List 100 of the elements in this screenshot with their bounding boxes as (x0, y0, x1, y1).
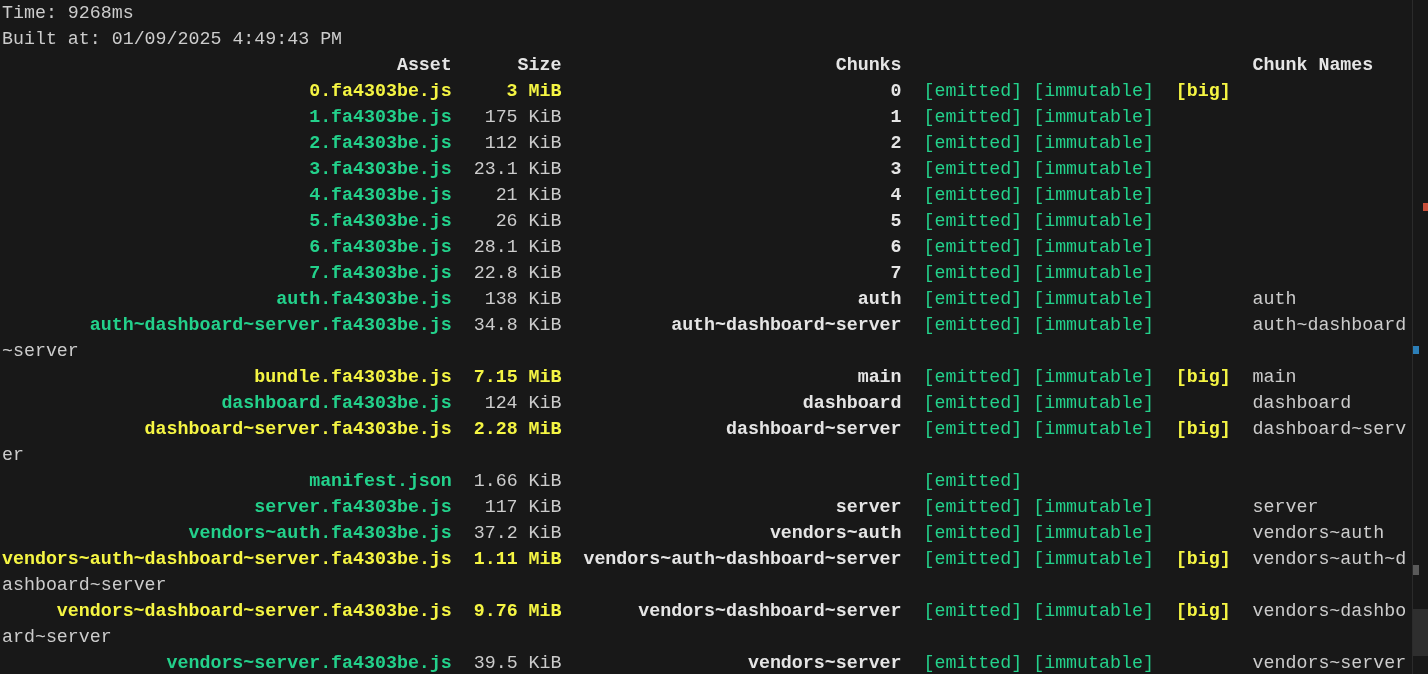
big-tag: [big] (1175, 549, 1231, 569)
chunk-id: main (857, 367, 902, 387)
emitted-tag: [emitted] (923, 471, 1023, 491)
chunk-id: 5 (890, 211, 902, 231)
asset-name: 2.fa4303be.js (309, 133, 452, 153)
big-tag: [big] (1175, 419, 1231, 439)
emitted-tag: [emitted] (923, 523, 1023, 543)
asset-name: vendors~server.fa4303be.js (166, 653, 452, 673)
asset-name: 5.fa4303be.js (309, 211, 452, 231)
emitted-tag: [emitted] (923, 653, 1023, 673)
asset-size: 34.8 KiB (473, 315, 562, 335)
chunk-id: 7 (890, 263, 902, 283)
chunk-id: 1 (890, 107, 902, 127)
chunk-id: auth~dashboard~server (671, 315, 902, 335)
immutable-tag: [immutable] (1033, 549, 1154, 569)
column-header: Asset (396, 55, 452, 75)
emitted-tag: [emitted] (923, 263, 1023, 283)
asset-name: bundle.fa4303be.js (254, 367, 452, 387)
immutable-tag: [immutable] (1033, 289, 1154, 309)
asset-size: 37.2 KiB (473, 523, 562, 543)
asset-name: dashboard~server.fa4303be.js (144, 419, 452, 439)
chunk-id: vendors~dashboard~server (638, 601, 902, 621)
asset-size: 7.15 MiB (473, 367, 562, 387)
emitted-tag: [emitted] (923, 81, 1023, 101)
immutable-tag: [immutable] (1033, 263, 1154, 283)
asset-name: 3.fa4303be.js (309, 159, 452, 179)
immutable-tag: [immutable] (1033, 523, 1154, 543)
chunk-id: auth (857, 289, 902, 309)
asset-name: 7.fa4303be.js (309, 263, 452, 283)
chunk-id: dashboard (802, 393, 902, 413)
big-tag: [big] (1175, 367, 1231, 387)
column-header: Chunks (835, 55, 902, 75)
asset-name: vendors~auth~dashboard~server.fa4303be.js (2, 549, 452, 569)
chunk-id: server (835, 497, 902, 517)
immutable-tag: [immutable] (1033, 185, 1154, 205)
chunk-name: ~server (2, 341, 79, 361)
output-line: Built at: 01/09/2025 4:49:43 PM (2, 29, 343, 49)
asset-size: 117 KiB (484, 497, 562, 517)
cursor-marker (1413, 565, 1419, 575)
immutable-tag: [immutable] (1033, 315, 1154, 335)
chunk-id: 0 (890, 81, 902, 101)
chunk-id: vendors~auth~dashboard~server (583, 549, 902, 569)
big-tag: [big] (1175, 81, 1231, 101)
immutable-tag: [immutable] (1033, 497, 1154, 517)
emitted-tag: [emitted] (923, 185, 1023, 205)
asset-size: 124 KiB (484, 393, 562, 413)
chunk-name: dashboard (1252, 393, 1352, 413)
asset-name: 4.fa4303be.js (309, 185, 452, 205)
chunk-id: 4 (890, 185, 902, 205)
asset-name: vendors~dashboard~server.fa4303be.js (56, 601, 452, 621)
immutable-tag: [immutable] (1033, 107, 1154, 127)
column-header: Chunk Names (1252, 55, 1374, 75)
emitted-tag: [emitted] (923, 549, 1023, 569)
immutable-tag: [immutable] (1033, 419, 1154, 439)
emitted-tag: [emitted] (923, 497, 1023, 517)
emitted-tag: [emitted] (923, 289, 1023, 309)
error-marker (1423, 203, 1428, 211)
immutable-tag: [immutable] (1033, 653, 1154, 673)
chunk-name: ashboard~server (2, 575, 167, 595)
immutable-tag: [immutable] (1033, 601, 1154, 621)
chunk-name: vendors~server (1252, 653, 1407, 673)
emitted-tag: [emitted] (923, 393, 1023, 413)
chunk-name: vendors~auth (1252, 523, 1385, 543)
asset-size: 1.66 KiB (473, 471, 562, 491)
chunk-name: vendors~dashbo (1252, 601, 1407, 621)
asset-name: manifest.json (309, 471, 452, 491)
asset-name: auth~dashboard~server.fa4303be.js (89, 315, 452, 335)
big-tag: [big] (1175, 601, 1231, 621)
immutable-tag: [immutable] (1033, 367, 1154, 387)
asset-size: 21 KiB (495, 185, 562, 205)
search-marker (1413, 346, 1419, 354)
chunk-id: vendors~server (747, 653, 902, 673)
asset-size: 23.1 KiB (473, 159, 562, 179)
asset-name: dashboard.fa4303be.js (221, 393, 452, 413)
chunk-name: main (1252, 367, 1297, 387)
chunk-name: auth~dashboard (1252, 315, 1407, 335)
asset-size: 3 MiB (506, 81, 562, 101)
asset-size: 39.5 KiB (473, 653, 562, 673)
immutable-tag: [immutable] (1033, 393, 1154, 413)
chunk-id: vendors~auth (769, 523, 902, 543)
scrollbar[interactable] (1412, 0, 1428, 674)
immutable-tag: [immutable] (1033, 159, 1154, 179)
asset-name: 1.fa4303be.js (309, 107, 452, 127)
emitted-tag: [emitted] (923, 367, 1023, 387)
chunk-name: vendors~auth~d (1252, 549, 1407, 569)
emitted-tag: [emitted] (923, 601, 1023, 621)
chunk-name: server (1252, 497, 1319, 517)
output-line: Time: 9268ms (2, 3, 134, 23)
asset-name: 0.fa4303be.js (309, 81, 452, 101)
emitted-tag: [emitted] (923, 107, 1023, 127)
immutable-tag: [immutable] (1033, 133, 1154, 153)
asset-name: vendors~auth.fa4303be.js (188, 523, 452, 543)
asset-size: 175 KiB (484, 107, 562, 127)
emitted-tag: [emitted] (923, 159, 1023, 179)
immutable-tag: [immutable] (1033, 237, 1154, 257)
chunk-id: 6 (890, 237, 902, 257)
immutable-tag: [immutable] (1033, 211, 1154, 231)
asset-size: 1.11 MiB (473, 549, 562, 569)
asset-name: 6.fa4303be.js (309, 237, 452, 257)
emitted-tag: [emitted] (923, 419, 1023, 439)
